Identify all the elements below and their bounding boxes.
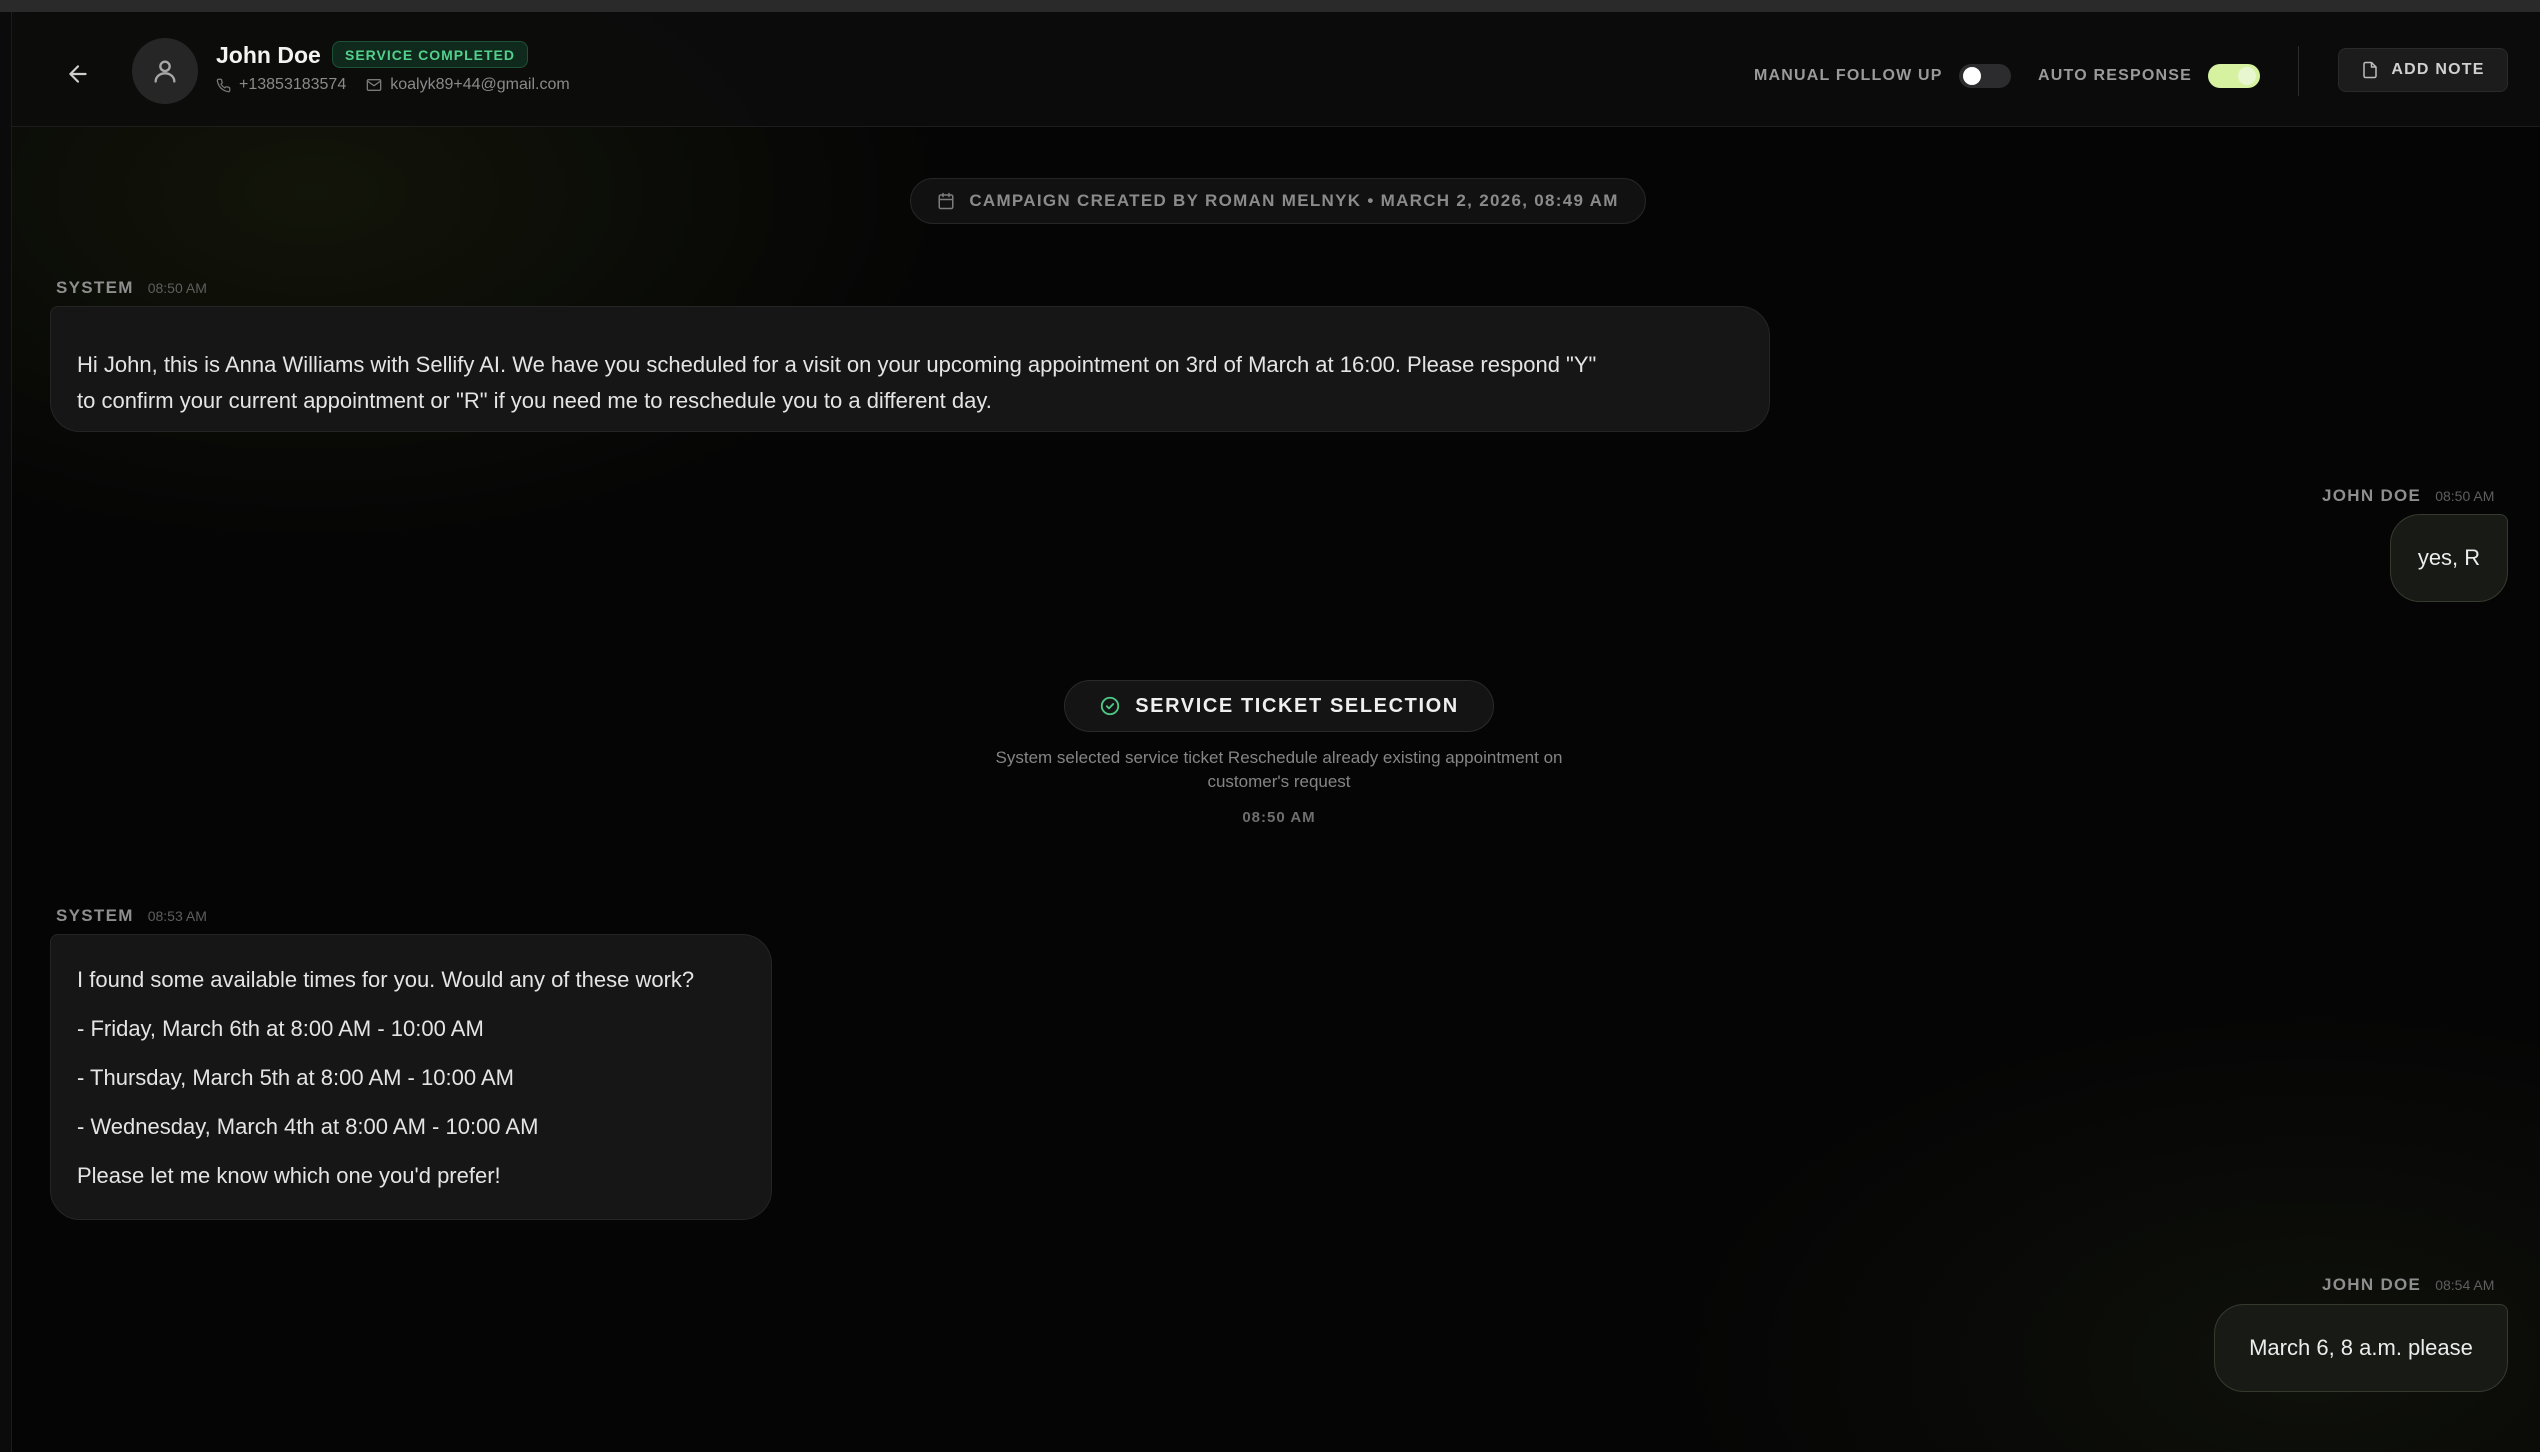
add-note-label: ADD NOTE xyxy=(2391,61,2485,78)
note-icon xyxy=(2363,61,2378,79)
message-meta: SYSTEM 08:53 AM xyxy=(56,906,207,926)
message-sender: SYSTEM xyxy=(56,906,134,925)
back-button[interactable] xyxy=(60,56,96,92)
message-meta: JOHN DOE 08:54 AM xyxy=(2322,1275,2494,1295)
message-sender: SYSTEM xyxy=(56,278,134,297)
contact-details: +13853183574 koalyk89+44@gmail.com xyxy=(216,76,590,94)
phone-icon xyxy=(216,78,231,92)
system-message-bubble: Hi John, this is Anna Williams with Sell… xyxy=(50,306,1770,432)
left-edge-panel xyxy=(0,12,12,1452)
email-address: koalyk89+44@gmail.com xyxy=(390,76,570,93)
message-sender: JOHN DOE xyxy=(2322,1275,2422,1294)
message-line: Hi John, this is Anna Williams with Sell… xyxy=(77,352,1597,377)
auto-response-label: AUTO RESPONSE xyxy=(2038,67,2192,84)
conversation-header: John Doe SERVICE COMPLETED +13853183574 … xyxy=(12,12,2540,127)
message-line: - Thursday, March 5th at 8:00 AM - 10:00… xyxy=(77,1065,514,1090)
conversation-view: John Doe SERVICE COMPLETED +13853183574 … xyxy=(12,12,2540,1452)
system-message-bubble: I found some available times for you. Wo… xyxy=(50,934,772,1220)
service-ticket-event: SERVICE TICKET SELECTION xyxy=(1064,680,1494,732)
manual-follow-up-label: MANUAL FOLLOW UP xyxy=(1754,67,1943,84)
auto-response-toggle[interactable] xyxy=(2208,64,2260,88)
phone-item[interactable]: +13853183574 xyxy=(216,76,346,94)
ticket-event-time: 08:50 AM xyxy=(1242,809,1316,826)
message-sender: JOHN DOE xyxy=(2322,486,2422,505)
message-line: to confirm your current appointment or "… xyxy=(77,388,992,413)
avatar xyxy=(132,38,198,104)
arrow-left-icon xyxy=(69,65,87,83)
message-line: Please let me know which one you'd prefe… xyxy=(77,1163,501,1188)
contact-name: John Doe xyxy=(216,42,321,68)
window-top-bar xyxy=(0,0,2540,12)
message-meta: SYSTEM 08:50 AM xyxy=(56,278,207,298)
message-line: - Friday, March 6th at 8:00 AM - 10:00 A… xyxy=(77,1016,484,1041)
add-note-button[interactable]: ADD NOTE xyxy=(2338,48,2508,92)
message-time: 08:50 AM xyxy=(2435,488,2495,504)
ticket-desc-line: customer's request xyxy=(1207,772,1351,791)
message-line: - Wednesday, March 4th at 8:00 AM - 10:0… xyxy=(77,1114,539,1139)
email-item[interactable]: koalyk89+44@gmail.com xyxy=(366,76,570,94)
user-icon xyxy=(154,60,176,83)
message-time: 08:50 AM xyxy=(147,280,207,296)
mail-icon xyxy=(366,79,382,91)
toggle-knob xyxy=(1962,67,1981,85)
message-text: yes, R xyxy=(2417,545,2481,570)
toggle-knob xyxy=(2238,67,2256,85)
header-divider xyxy=(2298,46,2299,96)
message-time: 08:54 AM xyxy=(2435,1277,2495,1293)
auto-response-control: AUTO RESPONSE xyxy=(2038,64,2260,88)
calendar-icon xyxy=(938,192,954,210)
ticket-event-title: SERVICE TICKET SELECTION xyxy=(1135,694,1459,717)
manual-follow-up-control: MANUAL FOLLOW UP xyxy=(1754,64,2011,88)
message-text: March 6, 8 a.m. please xyxy=(2249,1335,2473,1360)
check-circle-icon xyxy=(1101,696,1120,716)
campaign-created-banner: CAMPAIGN CREATED BY ROMAN MELNYK • MARCH… xyxy=(910,178,1646,224)
customer-message-bubble: March 6, 8 a.m. please xyxy=(2214,1304,2508,1392)
customer-message-bubble: yes, R xyxy=(2390,514,2508,602)
status-badge: SERVICE COMPLETED xyxy=(332,41,528,68)
phone-number: +13853183574 xyxy=(239,76,347,93)
ticket-event-description: System selected service ticket Reschedul… xyxy=(972,746,1586,794)
ticket-desc-line: System selected service ticket Reschedul… xyxy=(995,748,1563,767)
campaign-text: CAMPAIGN CREATED BY ROMAN MELNYK • MARCH… xyxy=(969,191,1619,210)
manual-follow-up-toggle[interactable] xyxy=(1958,64,2011,88)
message-meta: JOHN DOE 08:50 AM xyxy=(2322,486,2494,506)
message-time: 08:53 AM xyxy=(147,908,207,924)
message-line: I found some available times for you. Wo… xyxy=(77,967,695,992)
